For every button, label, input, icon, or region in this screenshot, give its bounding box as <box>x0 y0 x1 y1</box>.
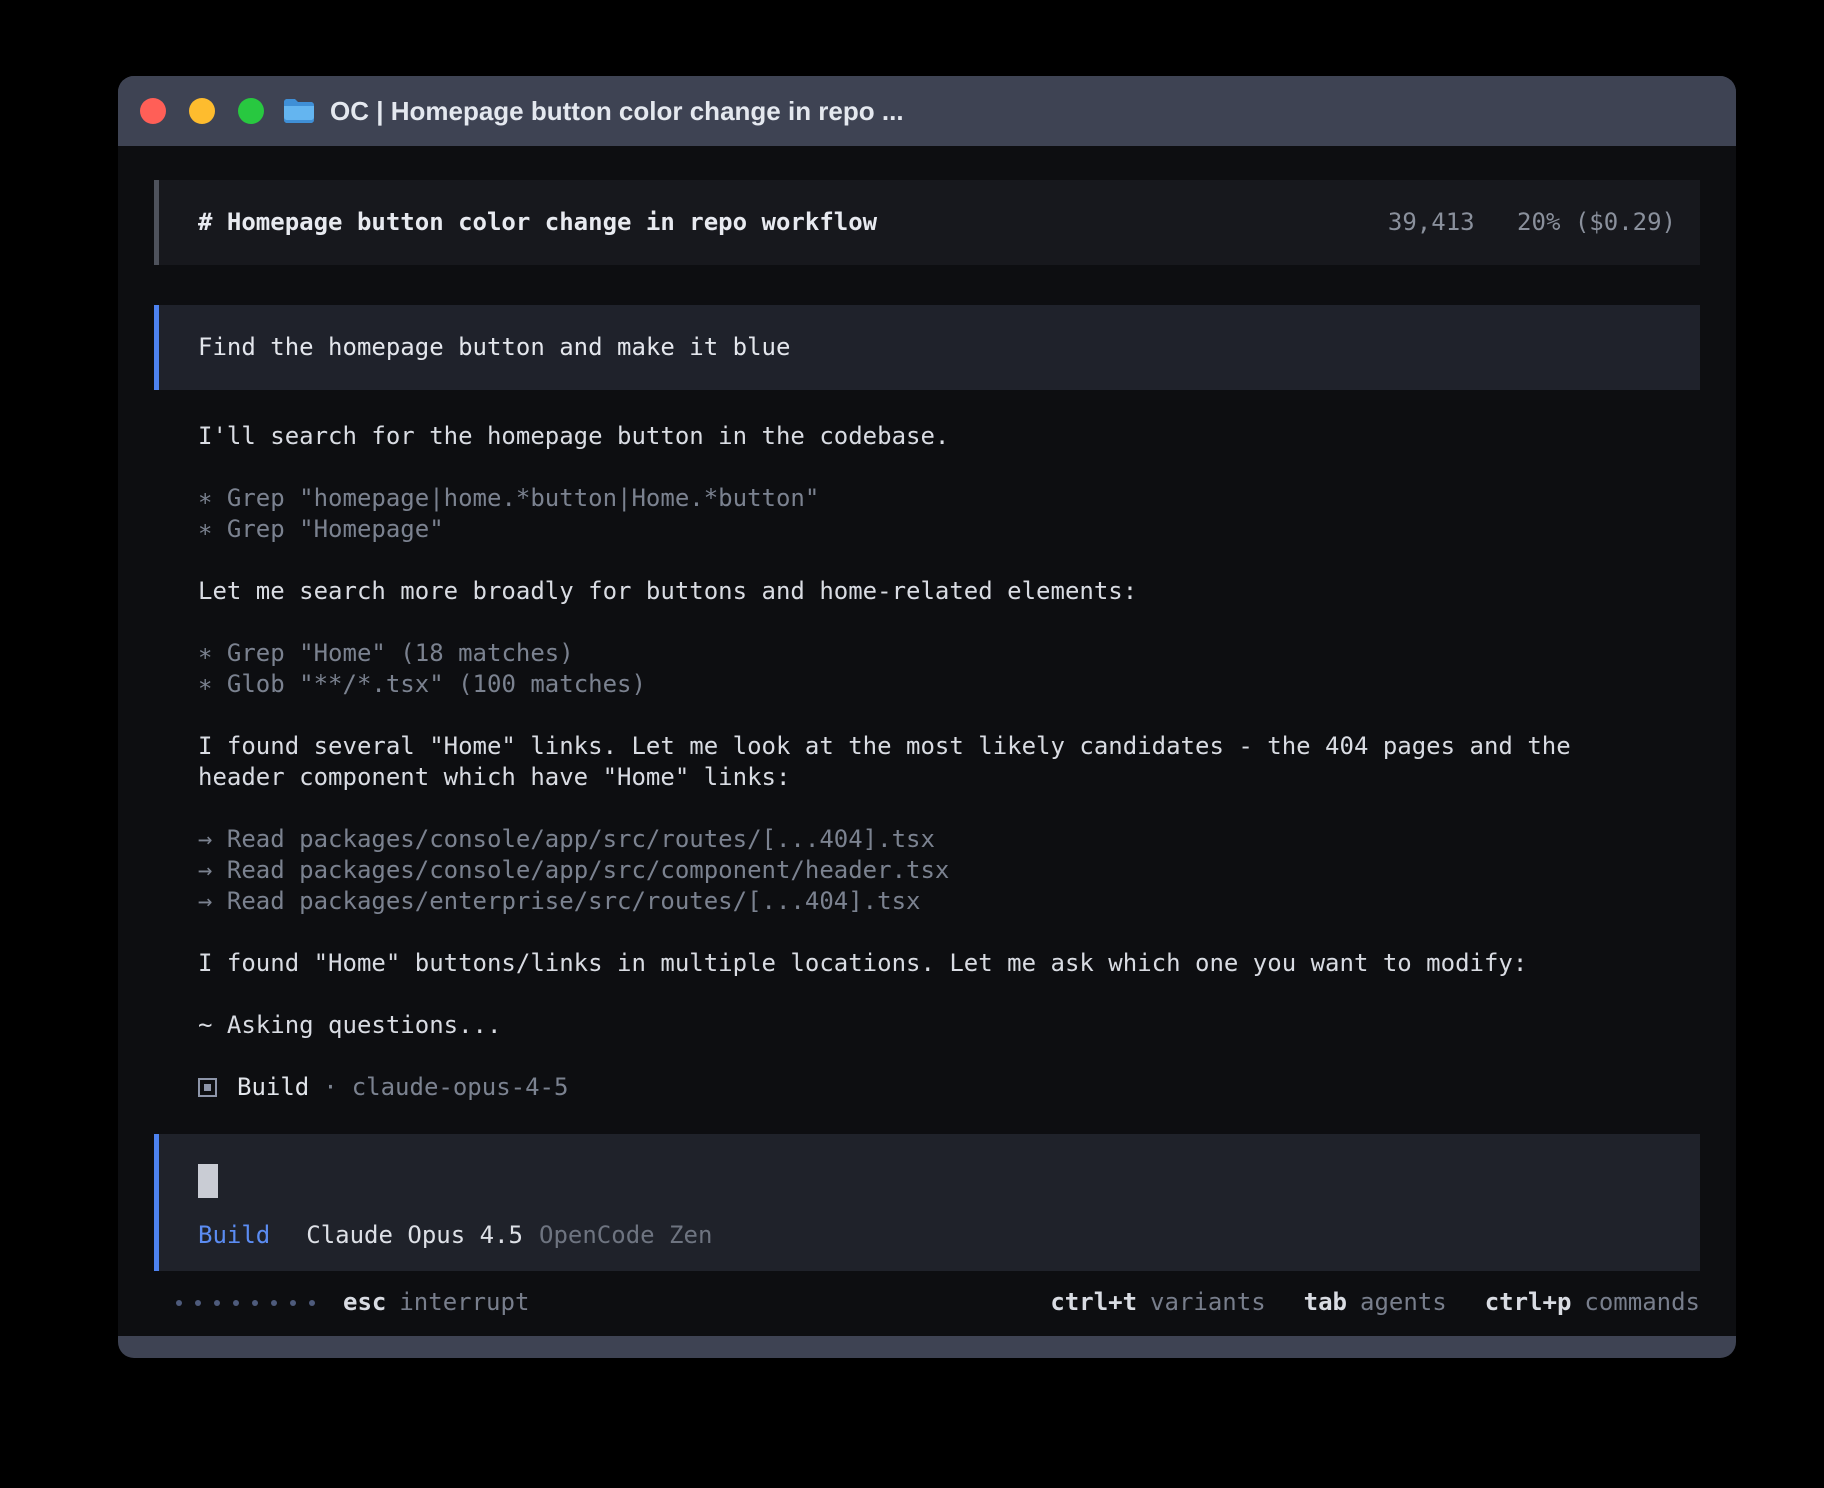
terminal-window: OC | Homepage button color change in rep… <box>118 76 1736 1358</box>
agent-model: claude-opus-4-5 <box>352 1072 569 1103</box>
assistant-message: Let me search more broadly for buttons a… <box>154 576 1618 607</box>
tool-call-grep: ∗ Grep "homepage|home.*button|Home.*butt… <box>198 483 1700 514</box>
arrow-icon: → <box>198 825 212 853</box>
agent-status: Build · claude-opus-4-5 <box>154 1072 1700 1103</box>
tool-call-text: Grep "Homepage" <box>227 515 444 543</box>
tool-call-grep: ∗ Grep "Home" (18 matches) <box>198 638 1700 669</box>
tool-call-group: → Read packages/console/app/src/routes/[… <box>154 824 1700 917</box>
tool-call-text: Grep "Home" (18 matches) <box>227 639 574 667</box>
ctrl-p-key: ctrl+p <box>1485 1287 1572 1318</box>
progress-dots <box>176 1300 315 1306</box>
assistant-message: I found "Home" buttons/links in multiple… <box>154 948 1618 979</box>
tool-call-read: → Read packages/console/app/src/componen… <box>198 855 1700 886</box>
interrupt-label: interrupt <box>399 1287 529 1318</box>
tool-call-group: ∗ Grep "Home" (18 matches) ∗ Glob "**/*.… <box>154 638 1700 700</box>
ctrl-t-key: ctrl+t <box>1050 1287 1137 1318</box>
agent-icon <box>198 1078 217 1097</box>
hint-commands: ctrl+p commands <box>1485 1287 1700 1318</box>
assistant-status-message: ~ Asking questions... <box>154 1010 1618 1041</box>
dot-icon <box>290 1300 296 1306</box>
dot-icon <box>233 1300 239 1306</box>
tool-prefix-icon: ∗ <box>198 639 212 667</box>
arrow-icon: → <box>198 856 212 884</box>
agent-icon-inner <box>204 1084 211 1091</box>
tab-key: tab <box>1304 1287 1347 1318</box>
dot-icon <box>195 1300 201 1306</box>
mode-indicator: Build <box>198 1220 270 1251</box>
dot-icon <box>214 1300 220 1306</box>
dot-icon <box>176 1300 182 1306</box>
minimize-button[interactable] <box>189 98 215 124</box>
terminal-content: # Homepage button color change in repo w… <box>118 146 1736 1336</box>
tool-prefix-icon: ∗ <box>198 484 212 512</box>
arrow-icon: → <box>198 887 212 915</box>
hint-agents: tab agents <box>1304 1287 1447 1318</box>
hint-group: ctrl+t variants tab agents ctrl+p comman… <box>1050 1287 1700 1318</box>
agent-separator: · <box>323 1072 337 1103</box>
variants-label: variants <box>1150 1287 1266 1318</box>
model-name: Claude Opus 4.5 <box>306 1220 523 1251</box>
agent-name: Build <box>237 1072 309 1103</box>
model-provider: OpenCode Zen <box>539 1220 712 1251</box>
text-cursor <box>198 1164 218 1198</box>
tool-call-grep: ∗ Grep "Homepage" <box>198 514 1700 545</box>
tool-call-read: → Read packages/enterprise/src/routes/[.… <box>198 886 1700 917</box>
session-title: # Homepage button color change in repo w… <box>198 207 877 238</box>
hint-variants: ctrl+t variants <box>1050 1287 1265 1318</box>
tool-call-text: Read packages/console/app/src/routes/[..… <box>227 825 935 853</box>
close-button[interactable] <box>140 98 166 124</box>
titlebar: OC | Homepage button color change in rep… <box>118 76 1736 146</box>
tool-call-text: Read packages/console/app/src/component/… <box>227 856 949 884</box>
status-bar: esc interrupt ctrl+t variants tab agents… <box>154 1287 1700 1318</box>
prompt-input[interactable]: Build Claude Opus 4.5 OpenCode Zen <box>154 1134 1700 1271</box>
tool-call-text: Grep "homepage|home.*button|Home.*button… <box>227 484 819 512</box>
user-message-text: Find the homepage button and make it blu… <box>198 333 790 361</box>
folder-icon <box>282 97 316 125</box>
input-status-line: Build Claude Opus 4.5 OpenCode Zen <box>198 1220 1661 1251</box>
dot-icon <box>309 1300 315 1306</box>
commands-label: commands <box>1584 1287 1700 1318</box>
assistant-message: I found several "Home" links. Let me loo… <box>154 731 1618 793</box>
dot-icon <box>252 1300 258 1306</box>
assistant-message: I'll search for the homepage button in t… <box>154 421 1618 452</box>
tool-call-group: ∗ Grep "homepage|home.*button|Home.*butt… <box>154 483 1700 545</box>
session-header: # Homepage button color change in repo w… <box>154 180 1700 265</box>
window-title: OC | Homepage button color change in rep… <box>330 96 904 127</box>
agents-label: agents <box>1360 1287 1447 1318</box>
tool-call-text: Glob "**/*.tsx" (100 matches) <box>227 670 646 698</box>
user-message: Find the homepage button and make it blu… <box>154 305 1700 390</box>
tool-call-text: Read packages/enterprise/src/routes/[...… <box>227 887 921 915</box>
tool-call-glob: ∗ Glob "**/*.tsx" (100 matches) <box>198 669 1700 700</box>
tool-call-read: → Read packages/console/app/src/routes/[… <box>198 824 1700 855</box>
context-usage: 20% ($0.29) <box>1517 208 1676 236</box>
session-stats: 39,413 20% ($0.29) <box>1388 207 1676 238</box>
esc-key: esc <box>343 1287 386 1318</box>
traffic-lights <box>140 98 264 124</box>
tool-prefix-icon: ∗ <box>198 670 212 698</box>
hint-interrupt: esc interrupt <box>343 1287 529 1318</box>
tool-prefix-icon: ∗ <box>198 515 212 543</box>
dot-icon <box>271 1300 277 1306</box>
zoom-button[interactable] <box>238 98 264 124</box>
token-count: 39,413 <box>1388 208 1475 236</box>
